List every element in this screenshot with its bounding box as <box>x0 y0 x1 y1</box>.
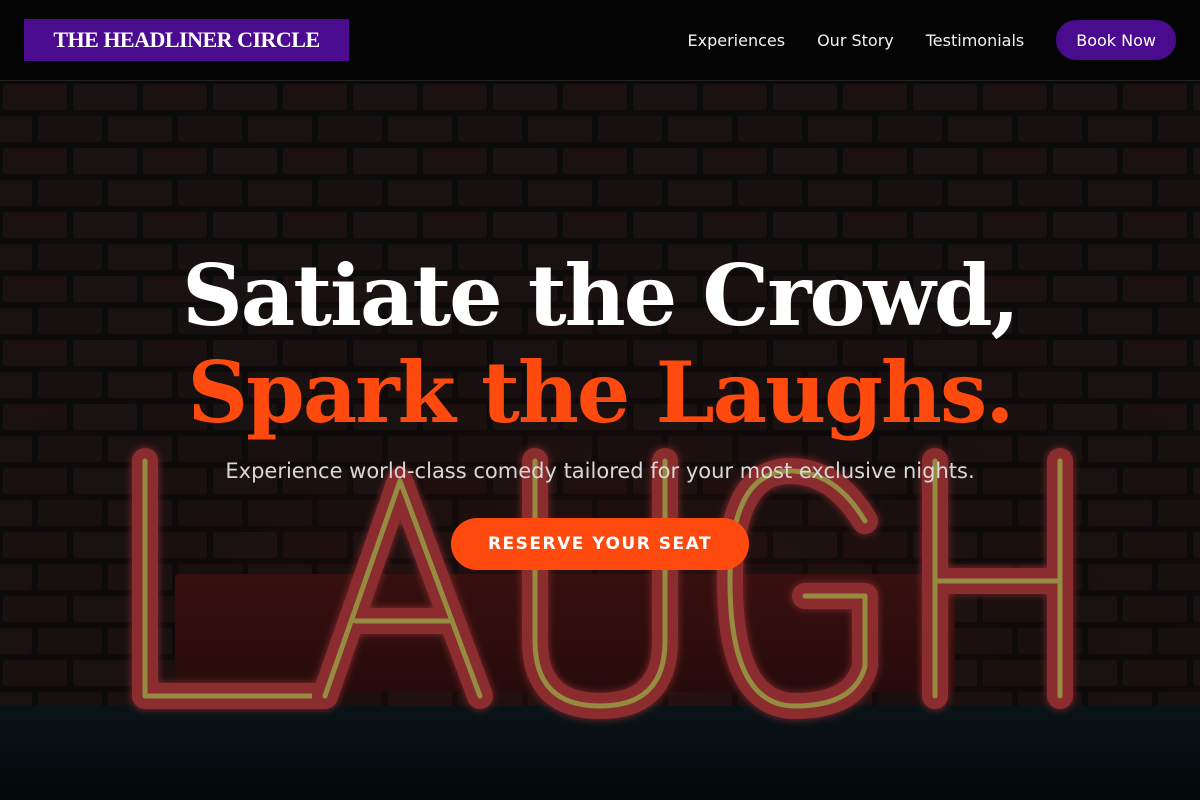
nav-link-testimonials[interactable]: Testimonials <box>926 31 1025 50</box>
site-header: THE HEADLINER CIRCLE Experiences Our Sto… <box>0 0 1200 81</box>
main-nav: Experiences Our Story Testimonials Book … <box>688 0 1176 80</box>
nav-link-experiences[interactable]: Experiences <box>688 31 786 50</box>
nav-link-our-story[interactable]: Our Story <box>817 31 894 50</box>
brand-logo[interactable]: THE HEADLINER CIRCLE <box>24 19 349 61</box>
hero-title-line-2: Spark the Laughs. <box>187 343 1015 442</box>
hero-content: Satiate the Crowd, Spark the Laughs. Exp… <box>0 81 1200 800</box>
book-now-button[interactable]: Book Now <box>1056 20 1176 60</box>
hero-title-line-1: Satiate the Crowd, <box>182 246 1020 345</box>
hero-subtitle: Experience world-class comedy tailored f… <box>225 459 975 483</box>
reserve-seat-button[interactable]: RESERVE YOUR SEAT <box>451 518 749 570</box>
